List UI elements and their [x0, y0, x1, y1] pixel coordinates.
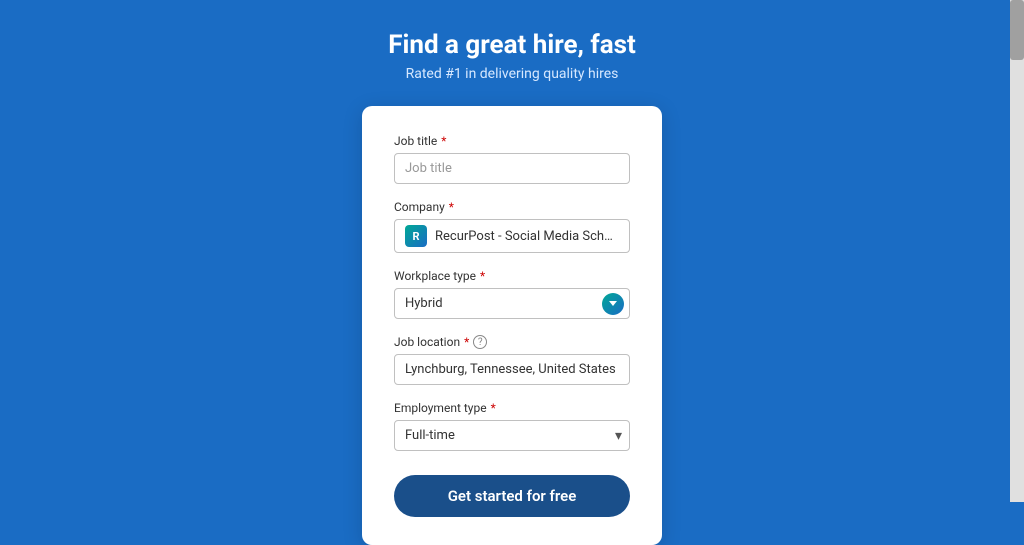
job-location-input[interactable]	[394, 354, 630, 385]
employment-select[interactable]: Full-time Part-time Contract Temporary I…	[394, 420, 630, 451]
employment-required: *	[491, 401, 496, 415]
scrollbar[interactable]	[1010, 0, 1024, 502]
employment-field-group: Employment type * Full-time Part-time Co…	[394, 401, 630, 451]
employment-wrapper: Full-time Part-time Contract Temporary I…	[394, 420, 630, 451]
job-location-required: *	[464, 335, 469, 349]
get-started-button[interactable]: Get started for free	[394, 475, 630, 517]
scrollbar-thumb[interactable]	[1010, 0, 1024, 60]
company-label: Company *	[394, 200, 630, 214]
company-icon: R	[405, 225, 427, 247]
workplace-field-group: Workplace type * Hybrid On-site Remote	[394, 269, 630, 319]
company-field-wrapper[interactable]: R RecurPost - Social Media Scheduler w	[394, 219, 630, 253]
workplace-select[interactable]: Hybrid On-site Remote	[394, 288, 630, 319]
job-title-field-group: Job title *	[394, 134, 630, 184]
job-location-label: Job location * ?	[394, 335, 630, 349]
company-value: RecurPost - Social Media Scheduler w	[435, 229, 619, 244]
job-title-label: Job title *	[394, 134, 630, 148]
job-title-required: *	[441, 134, 446, 148]
workplace-label: Workplace type *	[394, 269, 630, 283]
hero-section: Find a great hire, fast Rated #1 in deli…	[388, 30, 636, 82]
workplace-required: *	[480, 269, 485, 283]
job-location-field-group: Job location * ?	[394, 335, 630, 385]
company-field-group: Company * R RecurPost - Social Media Sch…	[394, 200, 630, 253]
hero-title: Find a great hire, fast	[388, 30, 636, 60]
workplace-wrapper: Hybrid On-site Remote	[394, 288, 630, 319]
job-location-help-icon[interactable]: ?	[473, 335, 487, 349]
hero-subtitle: Rated #1 in delivering quality hires	[388, 66, 636, 82]
employment-label: Employment type *	[394, 401, 630, 415]
job-title-input[interactable]	[394, 153, 630, 184]
company-required: *	[449, 200, 454, 214]
form-card: Job title * Company * R RecurPost - Soci…	[362, 106, 662, 545]
